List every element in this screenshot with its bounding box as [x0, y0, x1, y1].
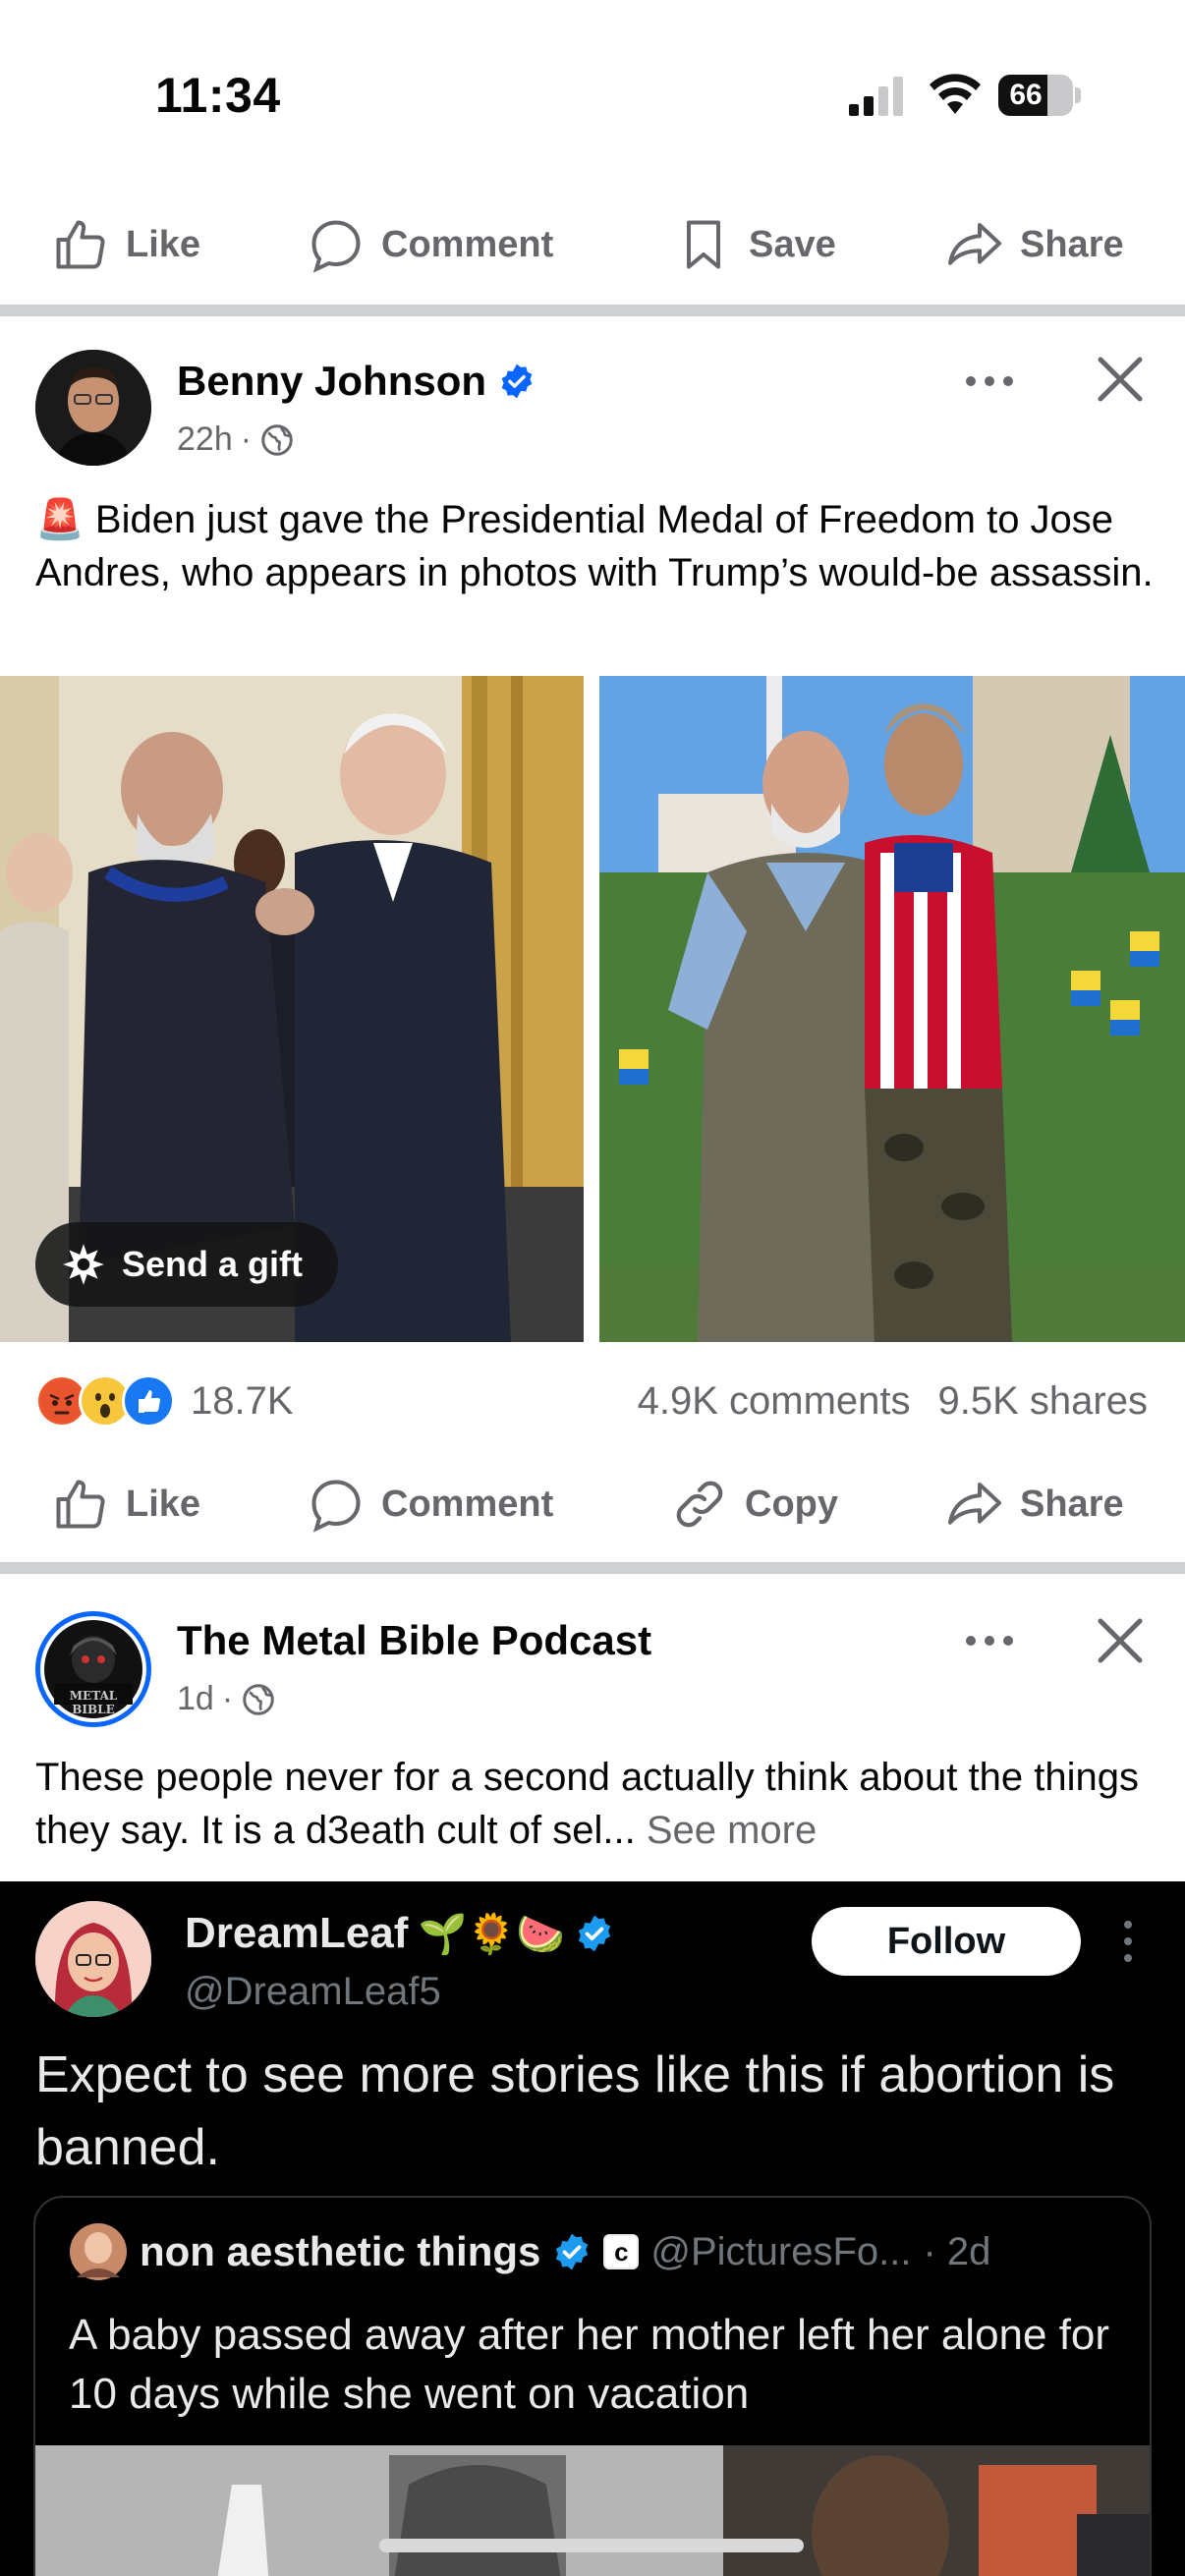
copy-link-button[interactable]: Copy [670, 1450, 838, 1558]
close-icon[interactable] [1091, 1611, 1150, 1670]
copy-label: Copy [745, 1483, 838, 1525]
meta-separator: · [221, 1680, 234, 1717]
reactions-summary[interactable]: 18.7K [35, 1372, 294, 1430]
post-text: 🚨 Biden just gave the Presidential Medal… [35, 498, 1154, 594]
quoted-avatar [70, 2223, 127, 2280]
tweet-author-name: DreamLeaf 🌱🌻🍉 [185, 1909, 614, 1958]
more-options-button[interactable] [955, 352, 1024, 411]
more-dots-icon [966, 376, 1013, 386]
more-options-button[interactable] [955, 1611, 1024, 1670]
save-button[interactable]: Save [674, 191, 836, 299]
share-arrow-icon [948, 1483, 1001, 1525]
share-arrow-icon [948, 223, 1001, 265]
post-action-bar: Like Comment Copy Share [0, 1450, 1185, 1558]
engagement-stats: 4.9K comments 9.5K shares [638, 1372, 1148, 1430]
close-icon[interactable] [1091, 350, 1150, 409]
globe-icon [243, 1683, 274, 1715]
page-avatar[interactable]: METAL BIBLE [35, 1611, 151, 1727]
share-label: Share [1020, 1483, 1124, 1525]
quoted-handle: @PicturesFo... [650, 2229, 912, 2273]
author-avatar[interactable] [35, 350, 151, 466]
post-author[interactable]: Benny Johnson [177, 358, 536, 405]
verified-badge-icon [556, 2233, 589, 2270]
page-avatar-text: METAL BIBLE [69, 1689, 118, 1716]
battery-percentage: 66 [1009, 79, 1043, 111]
author-name: The Metal Bible Podcast [177, 1617, 652, 1663]
comment-button[interactable]: Comment [307, 191, 553, 299]
comment-bubble-icon [311, 220, 361, 273]
like-label: Like [126, 1483, 201, 1525]
more-dots-icon [966, 1636, 1013, 1646]
like-label: Like [126, 223, 201, 265]
share-label: Share [1020, 223, 1124, 265]
post-time: 22h [177, 420, 233, 458]
tweet-text: Expect to see more stories like this if … [35, 2046, 1115, 2176]
status-time: 11:34 [155, 68, 281, 123]
affiliate-badge: c [603, 2234, 640, 2269]
gift-sparkle-icon [63, 1244, 104, 1285]
link-icon [676, 1481, 723, 1528]
post-divider [0, 305, 1185, 316]
tweet-handle: @DreamLeaf5 [185, 1970, 441, 2013]
shares-count[interactable]: 9.5K shares [938, 1379, 1148, 1424]
quoted-author-name: non aesthetic things [140, 2228, 541, 2274]
thumbs-up-icon [56, 220, 105, 269]
tweet-more-icon [1124, 1921, 1132, 1962]
send-gift-label: Send a gift [122, 1244, 304, 1284]
like-reaction-icon [122, 1374, 175, 1428]
quoted-time: · 2d [923, 2229, 991, 2273]
comment-label: Comment [381, 1483, 554, 1525]
post-author[interactable]: The Metal Bible Podcast [177, 1617, 651, 1664]
embedded-tweet-image[interactable]: DreamLeaf 🌱🌻🍉 @DreamLeaf5 Follow Expect … [0, 1881, 1185, 2576]
meta-separator: · [240, 420, 253, 458]
comments-count[interactable]: 4.9K comments [638, 1379, 911, 1424]
post-share-button[interactable]: Share [945, 1450, 1124, 1558]
quoted-tweet: non aesthetic things c @PicturesFo... · … [33, 2196, 1152, 2576]
post-like-button[interactable]: Like [51, 1450, 200, 1558]
quoted-tweet-header: non aesthetic things c @PicturesFo... · … [69, 2219, 990, 2284]
verified-badge-icon [578, 1915, 611, 1952]
post-divider [0, 1562, 1185, 1574]
post-comment-button[interactable]: Comment [307, 1450, 553, 1558]
send-gift-button[interactable]: Send a gift [35, 1222, 339, 1307]
post-text: These people never for a second actually… [35, 1751, 1156, 1857]
comment-label: Comment [381, 223, 554, 265]
globe-icon [261, 423, 293, 456]
thumbs-up-icon [56, 1480, 105, 1529]
post-meta: 1d · [177, 1680, 276, 1718]
quoted-text: A baby passed away after her mother left… [69, 2311, 1110, 2418]
post-time: 1d [177, 1680, 214, 1717]
home-indicator[interactable] [379, 2539, 804, 2552]
wifi-icon [930, 74, 981, 114]
see-more-link[interactable]: See more [647, 1809, 817, 1852]
post-meta: 22h · [177, 420, 295, 459]
tweet-follow-button: Follow [812, 1907, 1081, 1976]
tweet-name-emojis: 🌱🌻🍉 [418, 1912, 565, 1956]
share-button[interactable]: Share [945, 191, 1124, 299]
previous-post-action-bar: Like Comment Save Share [0, 191, 1185, 299]
cellular-signal-icon [849, 77, 903, 116]
status-bar: 11:34 66 [0, 0, 1185, 187]
author-name: Benny Johnson [177, 358, 487, 404]
like-button[interactable]: Like [51, 191, 200, 299]
comment-bubble-icon [311, 1480, 361, 1533]
post-photo-right[interactable] [599, 676, 1185, 1342]
verified-badge-icon [501, 364, 533, 399]
tweet-avatar [35, 1901, 151, 2017]
quoted-media [35, 2445, 1150, 2576]
reaction-count: 18.7K [191, 1378, 294, 1423]
battery-icon: 66 [998, 75, 1081, 116]
save-label: Save [749, 223, 836, 265]
post-text-body: These people never for a second actually… [35, 1756, 1139, 1852]
bookmark-icon [687, 220, 720, 269]
